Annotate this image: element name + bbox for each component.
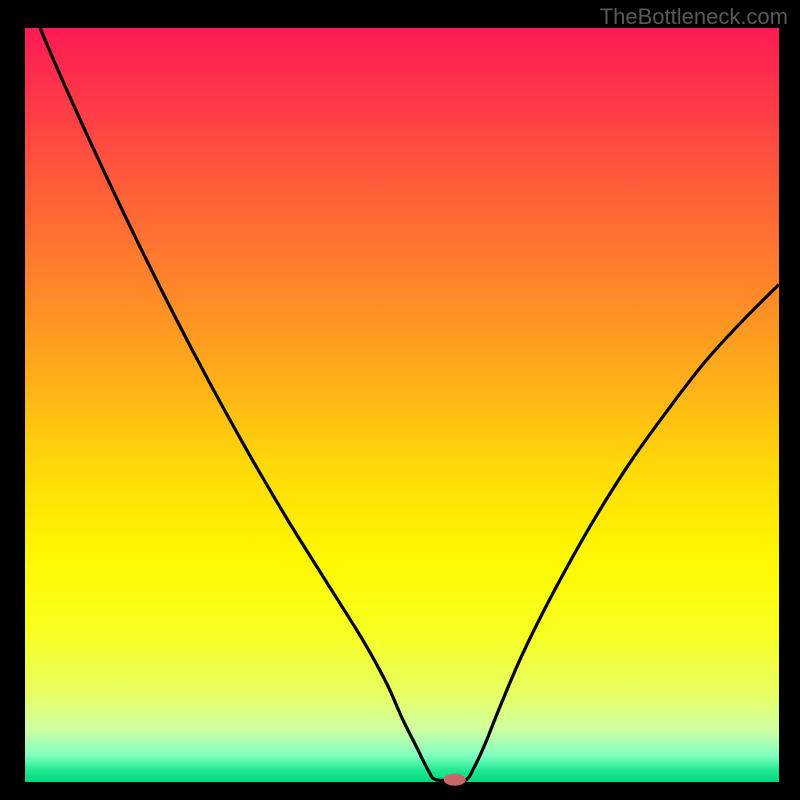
bottleneck-chart (0, 0, 800, 800)
chart-container: TheBottleneck.com (0, 0, 800, 800)
optimal-marker (444, 774, 466, 786)
watermark-text: TheBottleneck.com (600, 4, 788, 30)
plot-background (25, 28, 779, 782)
